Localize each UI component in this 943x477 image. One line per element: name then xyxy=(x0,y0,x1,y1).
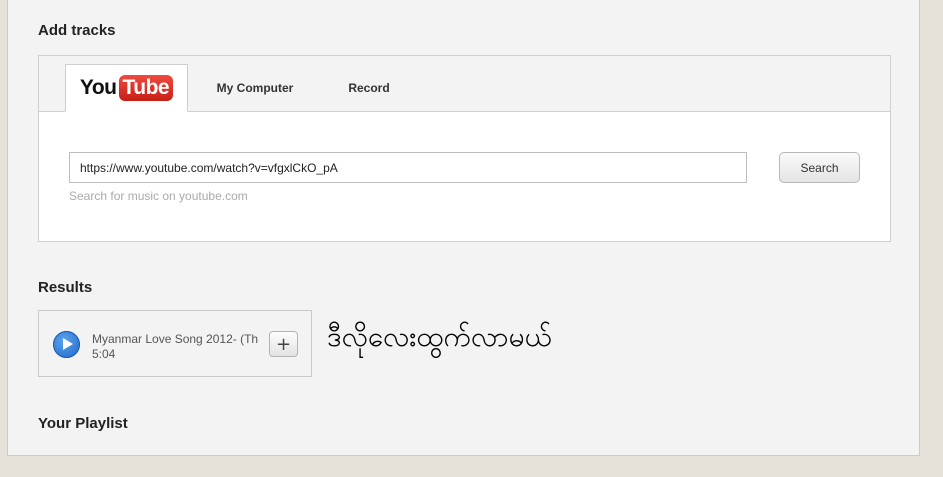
play-icon[interactable] xyxy=(53,331,80,358)
tab-my-computer[interactable]: My Computer xyxy=(203,64,307,111)
add-to-playlist-button[interactable]: + xyxy=(269,331,298,357)
youtube-url-input[interactable] xyxy=(69,152,747,183)
add-tracks-heading: Add tracks xyxy=(38,22,116,39)
youtube-logo-tube: Tube xyxy=(118,75,174,101)
main-panel: Add tracks You Tube My Computer Record S… xyxy=(7,0,920,456)
tab-record-label: Record xyxy=(348,80,390,95)
annotation-text: ဒီလိုလေးထွက်လာမယ် xyxy=(327,320,552,353)
playlist-heading: Your Playlist xyxy=(38,415,128,432)
result-duration: 5:04 xyxy=(92,347,116,361)
source-tabs: You Tube My Computer Record xyxy=(39,56,890,112)
search-button[interactable]: Search xyxy=(779,152,860,183)
tab-record[interactable]: Record xyxy=(329,64,409,111)
search-hint: Search for music on youtube.com xyxy=(69,189,248,203)
tab-youtube[interactable]: You Tube xyxy=(65,64,188,112)
plus-icon: + xyxy=(275,333,292,355)
tab-my-computer-label: My Computer xyxy=(216,80,294,95)
youtube-logo: You Tube xyxy=(79,75,174,101)
result-title: Myanmar Love Song 2012- (Th xyxy=(92,332,259,346)
add-tracks-box: You Tube My Computer Record Search for m… xyxy=(38,55,891,242)
result-item: Myanmar Love Song 2012- (Th 5:04 + xyxy=(38,310,312,377)
results-heading: Results xyxy=(38,279,93,296)
youtube-logo-you: You xyxy=(79,76,117,99)
